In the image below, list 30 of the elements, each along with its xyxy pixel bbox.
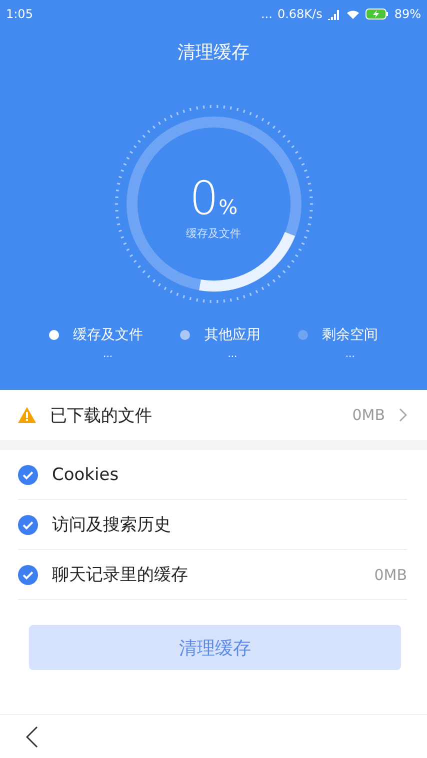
checked-icon[interactable] [18,464,38,484]
gauge-percent: 0 [189,174,219,222]
gauge-label: 缓存及文件 [186,226,241,241]
percent-sign: % [218,195,238,219]
chevron-icon [399,408,407,422]
warning-icon [18,407,36,423]
item-size: 0MB [374,566,407,584]
legend-value: ... [228,350,238,360]
page-title: 清理缓存 [176,41,250,65]
downloads-size: 0MB [352,406,385,424]
legend-value: ... [345,350,355,360]
downloads-row[interactable]: 已下载的文件 0MB [0,390,427,440]
network-speed: 0.68K/s [277,7,322,21]
item-label: 访问及搜索历史 [52,514,171,536]
back-icon[interactable] [26,726,38,748]
battery-level: 89% [394,7,421,21]
item-label: Cookies [52,464,119,484]
notification-dots: ... [260,7,272,21]
battery-icon [365,8,390,20]
item-label: 聊天记录里的缓存 [52,564,188,586]
legend-label: 剩余空间 [322,326,378,344]
legend-label: 缓存及文件 [72,326,143,344]
legend-label: 其他应用 [204,326,260,344]
downloads-label: 已下载的文件 [50,404,152,426]
legend-value: ... [103,350,113,360]
checked-icon[interactable] [18,564,38,584]
checked-icon[interactable] [18,514,38,534]
wifi-icon [346,8,360,20]
signal-icon [327,8,342,20]
status-time: 1:05 [6,7,33,21]
